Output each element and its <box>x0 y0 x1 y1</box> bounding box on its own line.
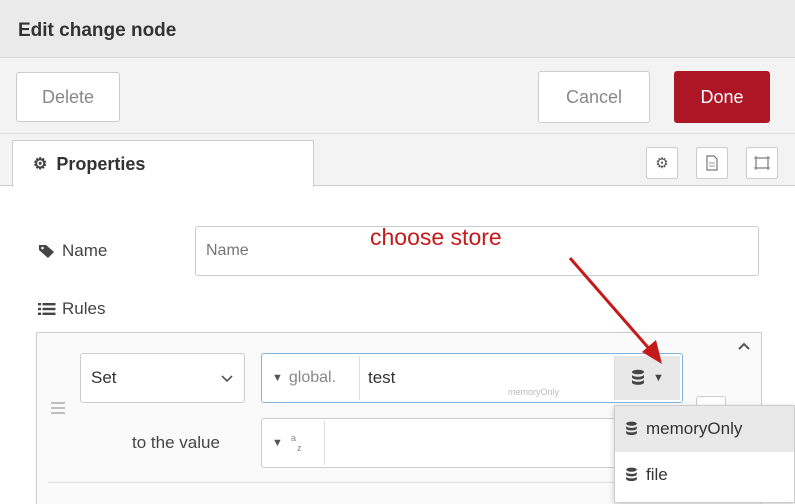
name-label: Name <box>38 238 107 264</box>
svg-text:z: z <box>297 443 302 453</box>
caret-down-icon: ▼ <box>653 372 664 384</box>
store-option-label: file <box>646 465 668 484</box>
list-icon <box>38 303 56 315</box>
database-icon <box>626 421 637 436</box>
settings-tab-button[interactable]: ⚙ <box>646 147 678 179</box>
value-type-divider <box>324 421 325 465</box>
database-icon <box>632 369 645 385</box>
to-value-label: to the value <box>132 433 220 452</box>
drag-handle[interactable] <box>48 398 68 418</box>
dialog-title: Edit change node <box>18 20 177 41</box>
delete-button[interactable]: Delete <box>16 72 120 122</box>
chevron-down-icon <box>221 375 233 383</box>
cancel-button[interactable]: Cancel <box>538 71 650 123</box>
scroll-up-arrow[interactable] <box>734 336 754 356</box>
rule-action-select[interactable]: Set <box>80 353 245 403</box>
caret-down-icon: ▼ <box>272 437 283 449</box>
store-option-label: memoryOnly <box>646 419 743 438</box>
type-divider <box>359 356 360 400</box>
gear-icon: ⚙ <box>33 156 48 173</box>
rule-action-value: Set <box>91 368 117 387</box>
store-hint-label: memoryOnly <box>508 387 560 397</box>
svg-text:a: a <box>291 433 296 443</box>
annotation-text: choose store <box>370 224 502 250</box>
value-type-selector[interactable]: ▼ a z <box>272 428 305 458</box>
property-type-value: global. <box>288 369 337 386</box>
appearance-tab-button[interactable] <box>746 147 778 179</box>
caret-down-icon: ▼ <box>272 372 283 384</box>
document-icon <box>706 155 718 171</box>
description-tab-button[interactable] <box>696 147 728 179</box>
store-option-file[interactable]: file <box>615 452 794 498</box>
rules-label: Rules <box>38 296 105 322</box>
store-select-button[interactable]: ▼ <box>614 356 680 400</box>
layout-icon <box>754 156 770 170</box>
tab-properties-label: Properties <box>56 153 146 174</box>
gear-icon: ⚙ <box>655 155 669 172</box>
done-button[interactable]: Done <box>674 71 770 123</box>
drag-handle-icon <box>51 402 65 414</box>
database-icon <box>626 467 637 482</box>
tab-properties[interactable]: ⚙ Properties <box>12 140 314 187</box>
tag-icon <box>39 245 54 258</box>
string-type-icon: a z <box>291 433 302 453</box>
store-option-memoryonly[interactable]: memoryOnly <box>615 406 794 452</box>
chevron-up-icon <box>738 342 750 350</box>
property-value[interactable]: test <box>368 363 395 393</box>
property-type-selector[interactable]: ▼ global. <box>272 363 336 393</box>
